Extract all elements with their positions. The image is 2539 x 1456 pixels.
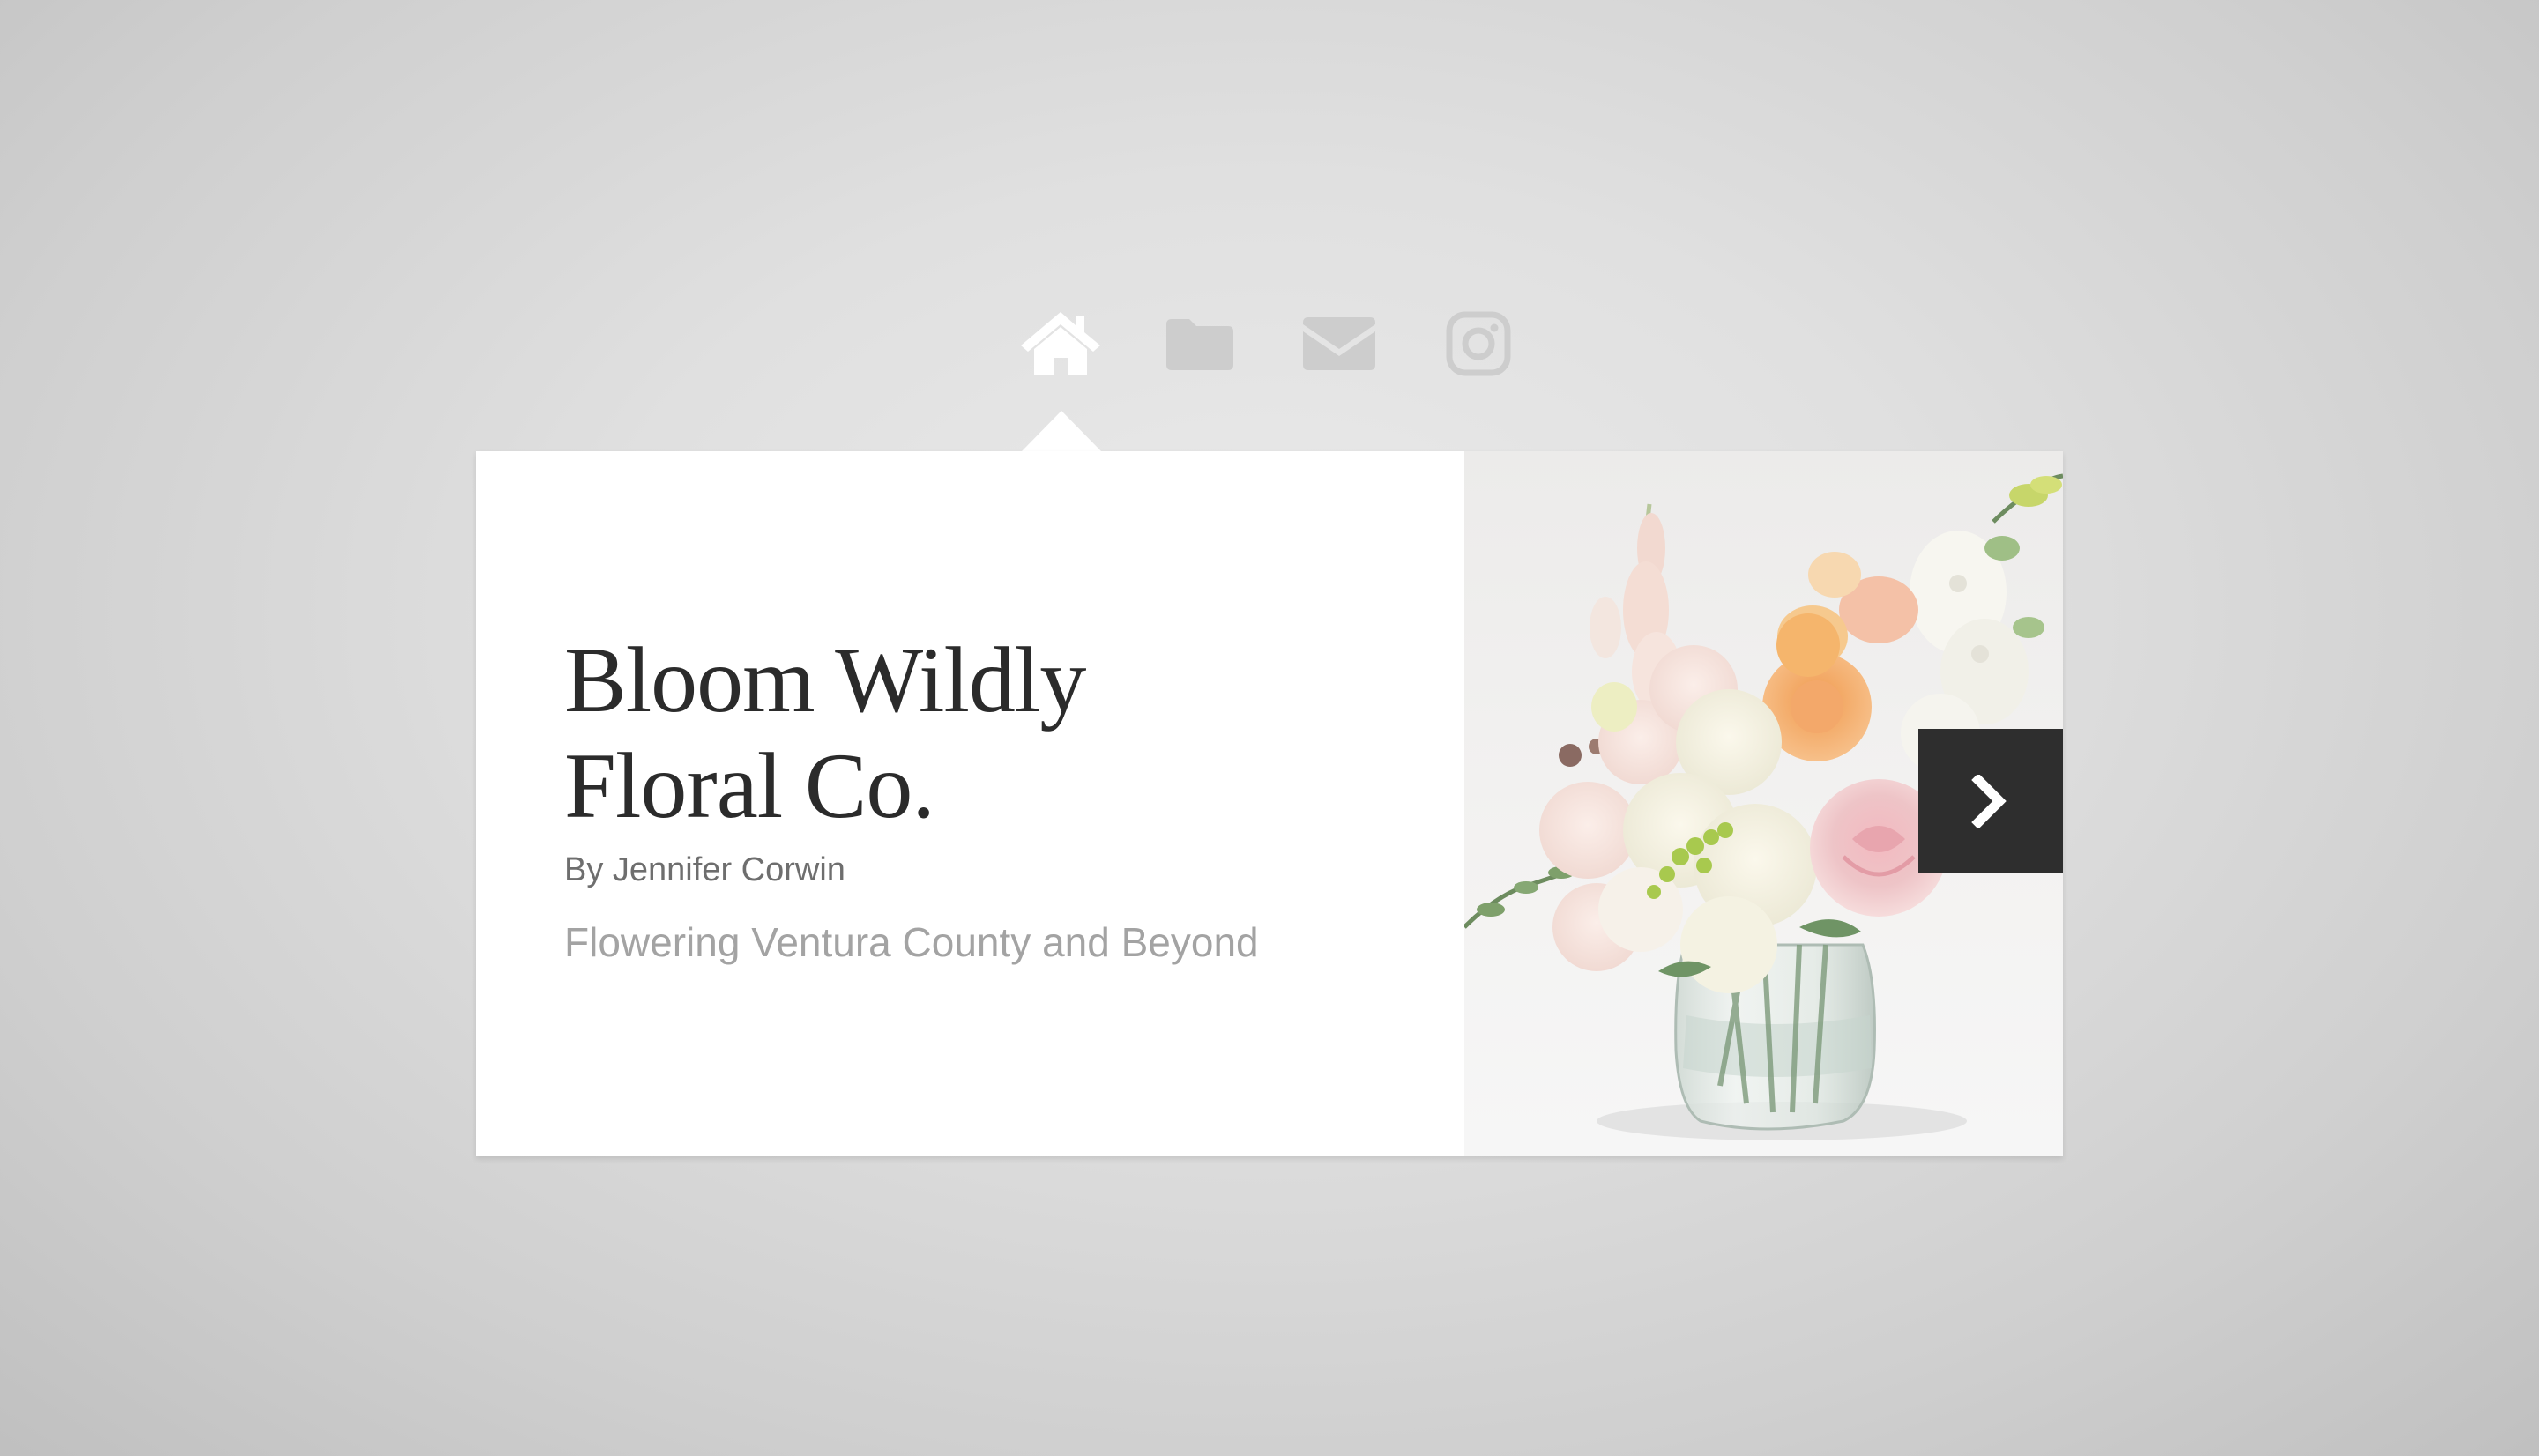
byline: By Jennifer Corwin: [564, 851, 845, 888]
tagline: Flowering Ventura County and Beyond: [564, 919, 1259, 965]
nav-portfolio-button[interactable]: [1156, 304, 1244, 383]
site-title-line-2: Floral Co.: [564, 734, 935, 837]
instagram-icon: [1446, 311, 1511, 376]
intro-card: Bloom Wildly Floral Co. By Jennifer Corw…: [476, 451, 2063, 1156]
site-title-line-1: Bloom Wildly: [564, 628, 1086, 732]
top-nav: [0, 0, 2539, 414]
site-title: Bloom Wildly Floral Co.: [564, 628, 1411, 839]
chevron-right-icon: [1971, 775, 2007, 828]
home-icon: [1021, 312, 1100, 375]
folder-icon: [1166, 319, 1233, 370]
nav-contact-button[interactable]: [1295, 304, 1383, 383]
next-slide-button[interactable]: [1918, 729, 2063, 873]
nav-home-button[interactable]: [1016, 304, 1105, 383]
intro-text-panel: Bloom Wildly Floral Co. By Jennifer Corw…: [476, 451, 1464, 1156]
nav-instagram-button[interactable]: [1434, 304, 1523, 383]
mail-icon: [1303, 317, 1375, 370]
active-nav-pointer: [1021, 411, 1102, 452]
